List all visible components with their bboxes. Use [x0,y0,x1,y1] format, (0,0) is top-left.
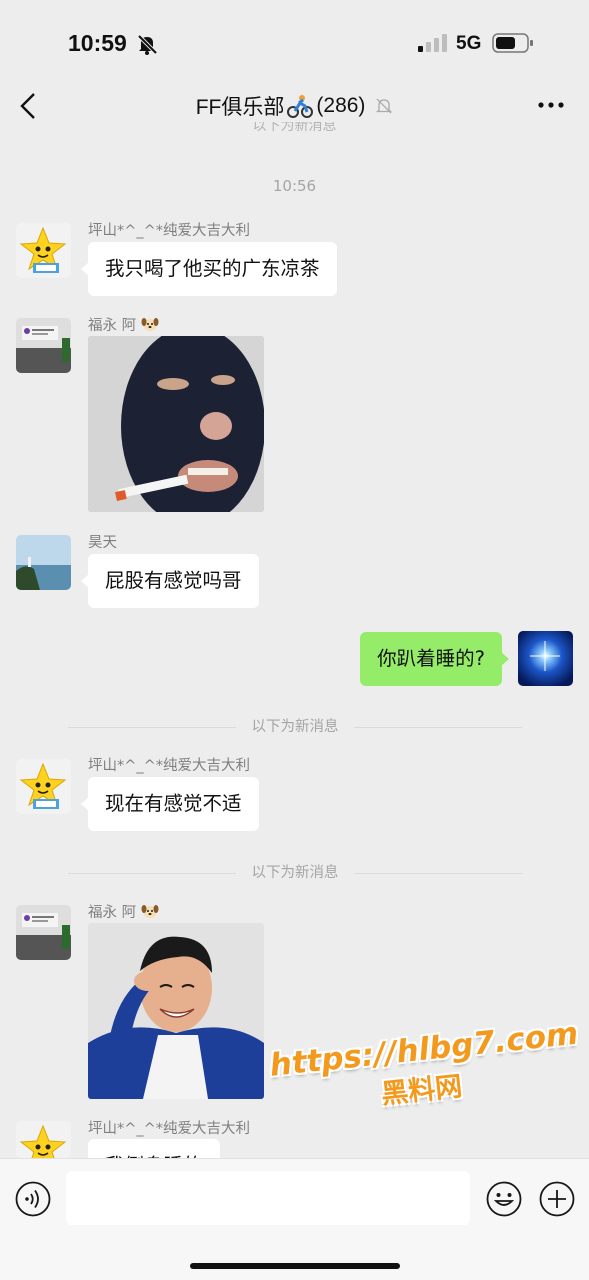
message-timestamp: 10:56 [272,177,317,195]
avatar-star[interactable] [16,1121,71,1158]
star-mascot-icon [19,762,67,809]
status-time: 10:59 [68,30,127,56]
sender-name: 昊天 [88,535,117,551]
message-bubble[interactable]: 现在有感觉不适 [81,777,259,831]
mute-icon [376,98,393,114]
starburst-avatar-image [518,631,573,686]
message-bubble[interactable]: 我只喝了他买的广东凉茶 [81,242,337,296]
new-messages-divider: 以下为新消息 [68,717,522,737]
status-bar: 10:59 5G [0,0,589,86]
new-messages-divider-partial: 以下为新消息 [252,122,337,134]
plus-icon[interactable] [539,1181,575,1217]
dog-emoji-icon [141,318,159,331]
office-avatar-image [16,318,71,373]
group-name: FF俱乐部 [195,96,285,119]
sender-name: 坪山*^_^*纯爱大吉大利 [88,223,251,239]
home-indicator [190,1263,400,1269]
star-mascot-icon [19,226,67,273]
message-input[interactable] [66,1171,470,1225]
more-options-icon[interactable] [537,100,565,110]
avatar-seaside[interactable] [16,535,71,590]
avatar-office[interactable] [16,905,71,960]
message-bubble[interactable]: 屁股有感觉吗哥 [81,554,259,608]
dog-emoji-icon [141,905,159,918]
bell-off-icon [137,34,158,55]
laughing-man-sticker-image[interactable] [88,923,264,1099]
office-avatar-image [16,905,71,960]
battery-icon [492,33,533,53]
sender-name: 福永 阿 [88,314,159,335]
avatar-office[interactable] [16,318,71,373]
seaside-avatar-image [16,535,71,590]
sender-name: 坪山*^_^*纯爱大吉大利 [88,1121,251,1137]
network-label: 5G [456,33,482,54]
star-mascot-icon [19,1124,67,1158]
sender-name: 福永 阿 [88,901,159,922]
chat-title[interactable]: FF俱乐部 (286) [0,91,589,121]
message-bubble-clip: 我侧身睡的 [88,1139,233,1158]
member-count: (286) [316,94,366,117]
cyclist-emoji-icon [287,95,314,118]
new-messages-divider: 以下为新消息 [68,863,522,883]
input-bar [0,1158,589,1280]
signal-icon [418,34,447,52]
voice-input-icon[interactable] [15,1181,51,1217]
watermark: https://hlbg7.com 黑料网 [268,1016,580,1148]
message-bubble[interactable]: 我侧身睡的 [88,1139,220,1158]
own-avatar[interactable] [518,631,573,686]
own-message-bubble[interactable]: 你趴着睡的? [360,632,509,686]
emoji-icon[interactable] [486,1181,522,1217]
avatar-star[interactable] [16,759,71,814]
sender-name: 坪山*^_^*纯爱大吉大利 [88,758,251,774]
avatar-star[interactable] [16,223,71,278]
masked-man-sticker-image[interactable] [88,336,264,512]
